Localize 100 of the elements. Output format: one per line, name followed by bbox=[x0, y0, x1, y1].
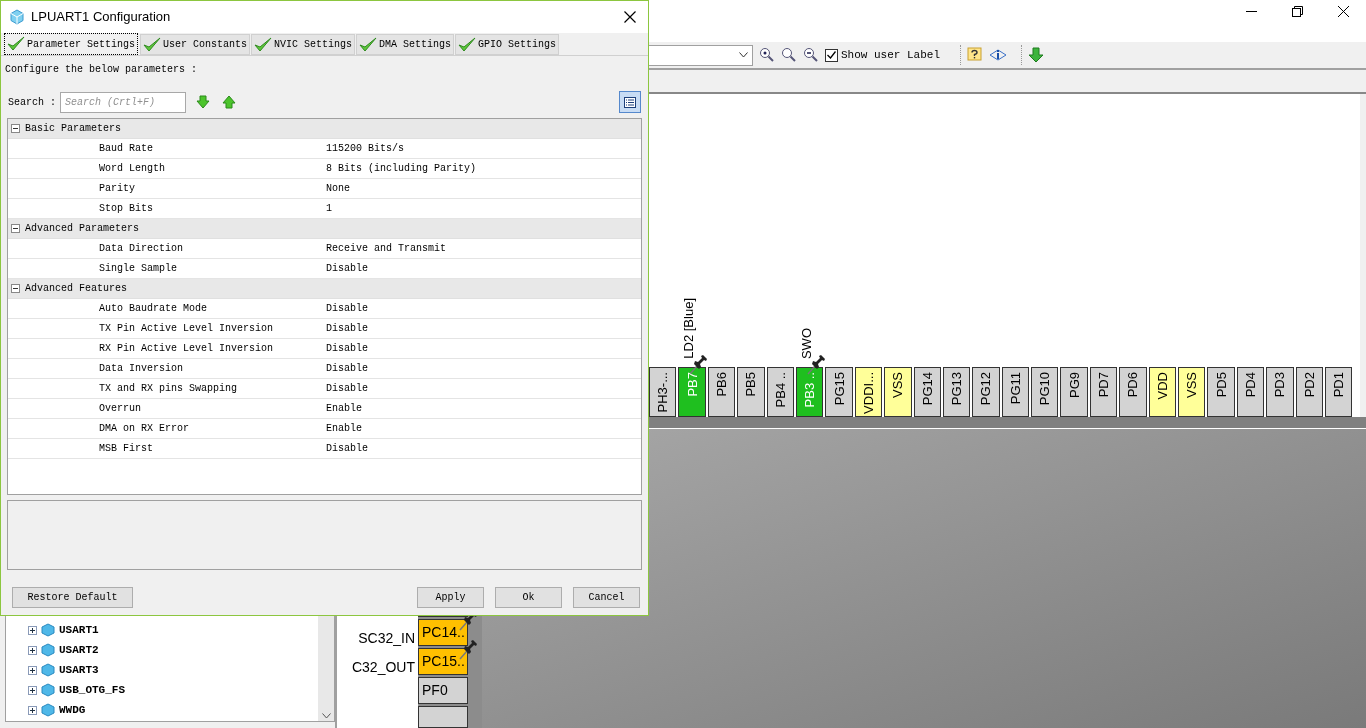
pin[interactable]: PD1 bbox=[1325, 367, 1353, 417]
pin[interactable]: PD7 bbox=[1089, 367, 1118, 417]
show-user-label-checkbox[interactable]: Show user Label bbox=[825, 46, 941, 64]
expand-icon[interactable] bbox=[28, 625, 37, 635]
pin[interactable]: PB6 bbox=[707, 367, 736, 417]
dialog-title: LPUART1 Configuration bbox=[31, 8, 172, 27]
parameter-value[interactable]: Disable bbox=[326, 321, 368, 336]
parameter-name: Data Direction bbox=[98, 242, 184, 256]
parameter-name: Word Length bbox=[98, 162, 166, 176]
pin[interactable]: PD3 bbox=[1266, 367, 1294, 417]
parameter-value[interactable]: None bbox=[326, 181, 350, 196]
expand-icon[interactable] bbox=[28, 665, 37, 675]
down-arrow-icon[interactable] bbox=[196, 95, 210, 109]
scrollbar[interactable] bbox=[318, 616, 334, 721]
cube-icon bbox=[41, 663, 55, 677]
pin[interactable]: VSS bbox=[884, 367, 912, 417]
pin[interactable]: PD4 bbox=[1236, 367, 1265, 417]
pin[interactable]: PD2 bbox=[1295, 367, 1323, 417]
pin[interactable]: PC14.. bbox=[418, 619, 468, 646]
section-header[interactable]: Advanced Parameters bbox=[25, 221, 140, 236]
pin[interactable]: PG13 bbox=[942, 367, 971, 417]
expand-icon[interactable] bbox=[28, 685, 37, 695]
info-icon[interactable] bbox=[989, 47, 1008, 63]
parameter-name: Parity bbox=[98, 182, 136, 196]
pin[interactable]: PG12 bbox=[972, 367, 1000, 417]
pin[interactable]: PD6 bbox=[1119, 367, 1147, 417]
parameter-value[interactable]: Disable bbox=[326, 261, 368, 276]
checkmark-icon bbox=[7, 36, 25, 52]
parameter-name: MSB First bbox=[98, 442, 154, 456]
zoom-out-icon[interactable] bbox=[803, 47, 819, 63]
pin[interactable] bbox=[418, 706, 468, 728]
chevron-icon bbox=[739, 52, 748, 58]
parameter-value[interactable]: Disable bbox=[326, 301, 368, 316]
pin[interactable]: PG14 bbox=[913, 367, 941, 417]
expand-icon[interactable] bbox=[28, 705, 37, 715]
cube-icon bbox=[41, 643, 55, 657]
tree-item[interactable]: USART2 bbox=[59, 641, 99, 659]
pin[interactable]: PF0 bbox=[418, 677, 468, 704]
apply-button[interactable]: Apply bbox=[417, 587, 484, 608]
close-icon bbox=[624, 11, 636, 23]
restore-default-button[interactable]: Restore Default bbox=[12, 587, 133, 608]
section-header[interactable]: Basic Parameters bbox=[25, 121, 121, 136]
down-arrow-icon[interactable] bbox=[1028, 47, 1045, 63]
pin[interactable]: PC15.. bbox=[418, 648, 468, 675]
search-field[interactable]: Search (Crtl+F) bbox=[60, 91, 186, 113]
checkmark-icon bbox=[359, 36, 378, 53]
pin[interactable]: PG9 bbox=[1060, 367, 1088, 417]
parameter-name: RX Pin Active Level Inversion bbox=[98, 342, 275, 356]
cube-icon bbox=[41, 683, 55, 697]
tab[interactable]: DMA Settings bbox=[356, 34, 455, 55]
section-header[interactable]: Advanced Features bbox=[25, 281, 128, 296]
parameter-value[interactable]: 115200 Bits/s bbox=[326, 141, 404, 156]
pin[interactable]: PG11 bbox=[1001, 367, 1030, 417]
checkbox[interactable] bbox=[825, 48, 838, 62]
close-icon bbox=[1337, 5, 1349, 17]
parameter-value[interactable]: 8 Bits (including Parity) bbox=[326, 161, 477, 176]
parameter-value[interactable]: Enable bbox=[326, 421, 362, 436]
parameter-value[interactable]: Disable bbox=[326, 361, 368, 376]
pin[interactable]: VDDI... bbox=[854, 367, 883, 417]
tree-item[interactable]: USB_OTG_FS bbox=[59, 681, 125, 699]
toggle-icon[interactable] bbox=[11, 284, 20, 293]
pin[interactable]: PB5 bbox=[737, 367, 765, 417]
tab[interactable]: Parameter Settings bbox=[4, 33, 139, 55]
parameter-name: Baud Rate bbox=[98, 142, 154, 156]
instruction-text: Configure the below parameters : bbox=[5, 63, 199, 77]
zoom-icon[interactable] bbox=[759, 47, 775, 63]
pin[interactable]: PG10 bbox=[1031, 367, 1059, 417]
parameter-value[interactable]: 1 bbox=[326, 201, 332, 216]
cancel-button[interactable]: Cancel bbox=[573, 587, 640, 608]
checkmark-icon bbox=[254, 36, 273, 53]
pin[interactable]: PB4 .. bbox=[766, 367, 794, 417]
tree-item[interactable]: USART3 bbox=[59, 661, 99, 679]
pin[interactable]: VDD bbox=[1148, 367, 1177, 417]
parameter-value[interactable]: Receive and Transmit bbox=[326, 241, 447, 256]
tab[interactable]: GPIO Settings bbox=[455, 34, 560, 55]
list-view-button[interactable] bbox=[619, 91, 641, 113]
search-label: Search : bbox=[8, 95, 56, 110]
toggle-icon[interactable] bbox=[11, 224, 20, 233]
pin[interactable]: VSS bbox=[1178, 367, 1206, 417]
pin[interactable]: PG15 bbox=[825, 367, 853, 417]
help-icon[interactable] bbox=[967, 47, 984, 63]
parameter-value[interactable]: Disable bbox=[326, 441, 368, 456]
scroll-down-icon[interactable] bbox=[321, 713, 331, 719]
ok-button[interactable]: Ok bbox=[495, 587, 562, 608]
tab[interactable]: User Constants bbox=[140, 34, 251, 55]
cube-icon bbox=[9, 9, 25, 25]
expand-icon[interactable] bbox=[28, 645, 37, 655]
parameter-value[interactable]: Disable bbox=[326, 341, 368, 356]
parameter-value[interactable]: Disable bbox=[326, 381, 368, 396]
pin[interactable]: PH3-... bbox=[649, 367, 677, 417]
parameter-value[interactable]: Enable bbox=[326, 401, 362, 416]
restore-icon bbox=[1291, 5, 1303, 17]
up-arrow-icon[interactable] bbox=[222, 95, 236, 109]
tree-item[interactable]: USART1 bbox=[59, 621, 99, 639]
pin[interactable]: PD5 bbox=[1207, 367, 1235, 417]
parameter-name: Single Sample bbox=[98, 262, 178, 276]
toggle-icon[interactable] bbox=[11, 124, 20, 133]
parameter-name: Auto Baudrate Mode bbox=[98, 302, 209, 316]
tab[interactable]: NVIC Settings bbox=[251, 34, 356, 55]
tree-item[interactable]: WWDG bbox=[59, 701, 86, 719]
